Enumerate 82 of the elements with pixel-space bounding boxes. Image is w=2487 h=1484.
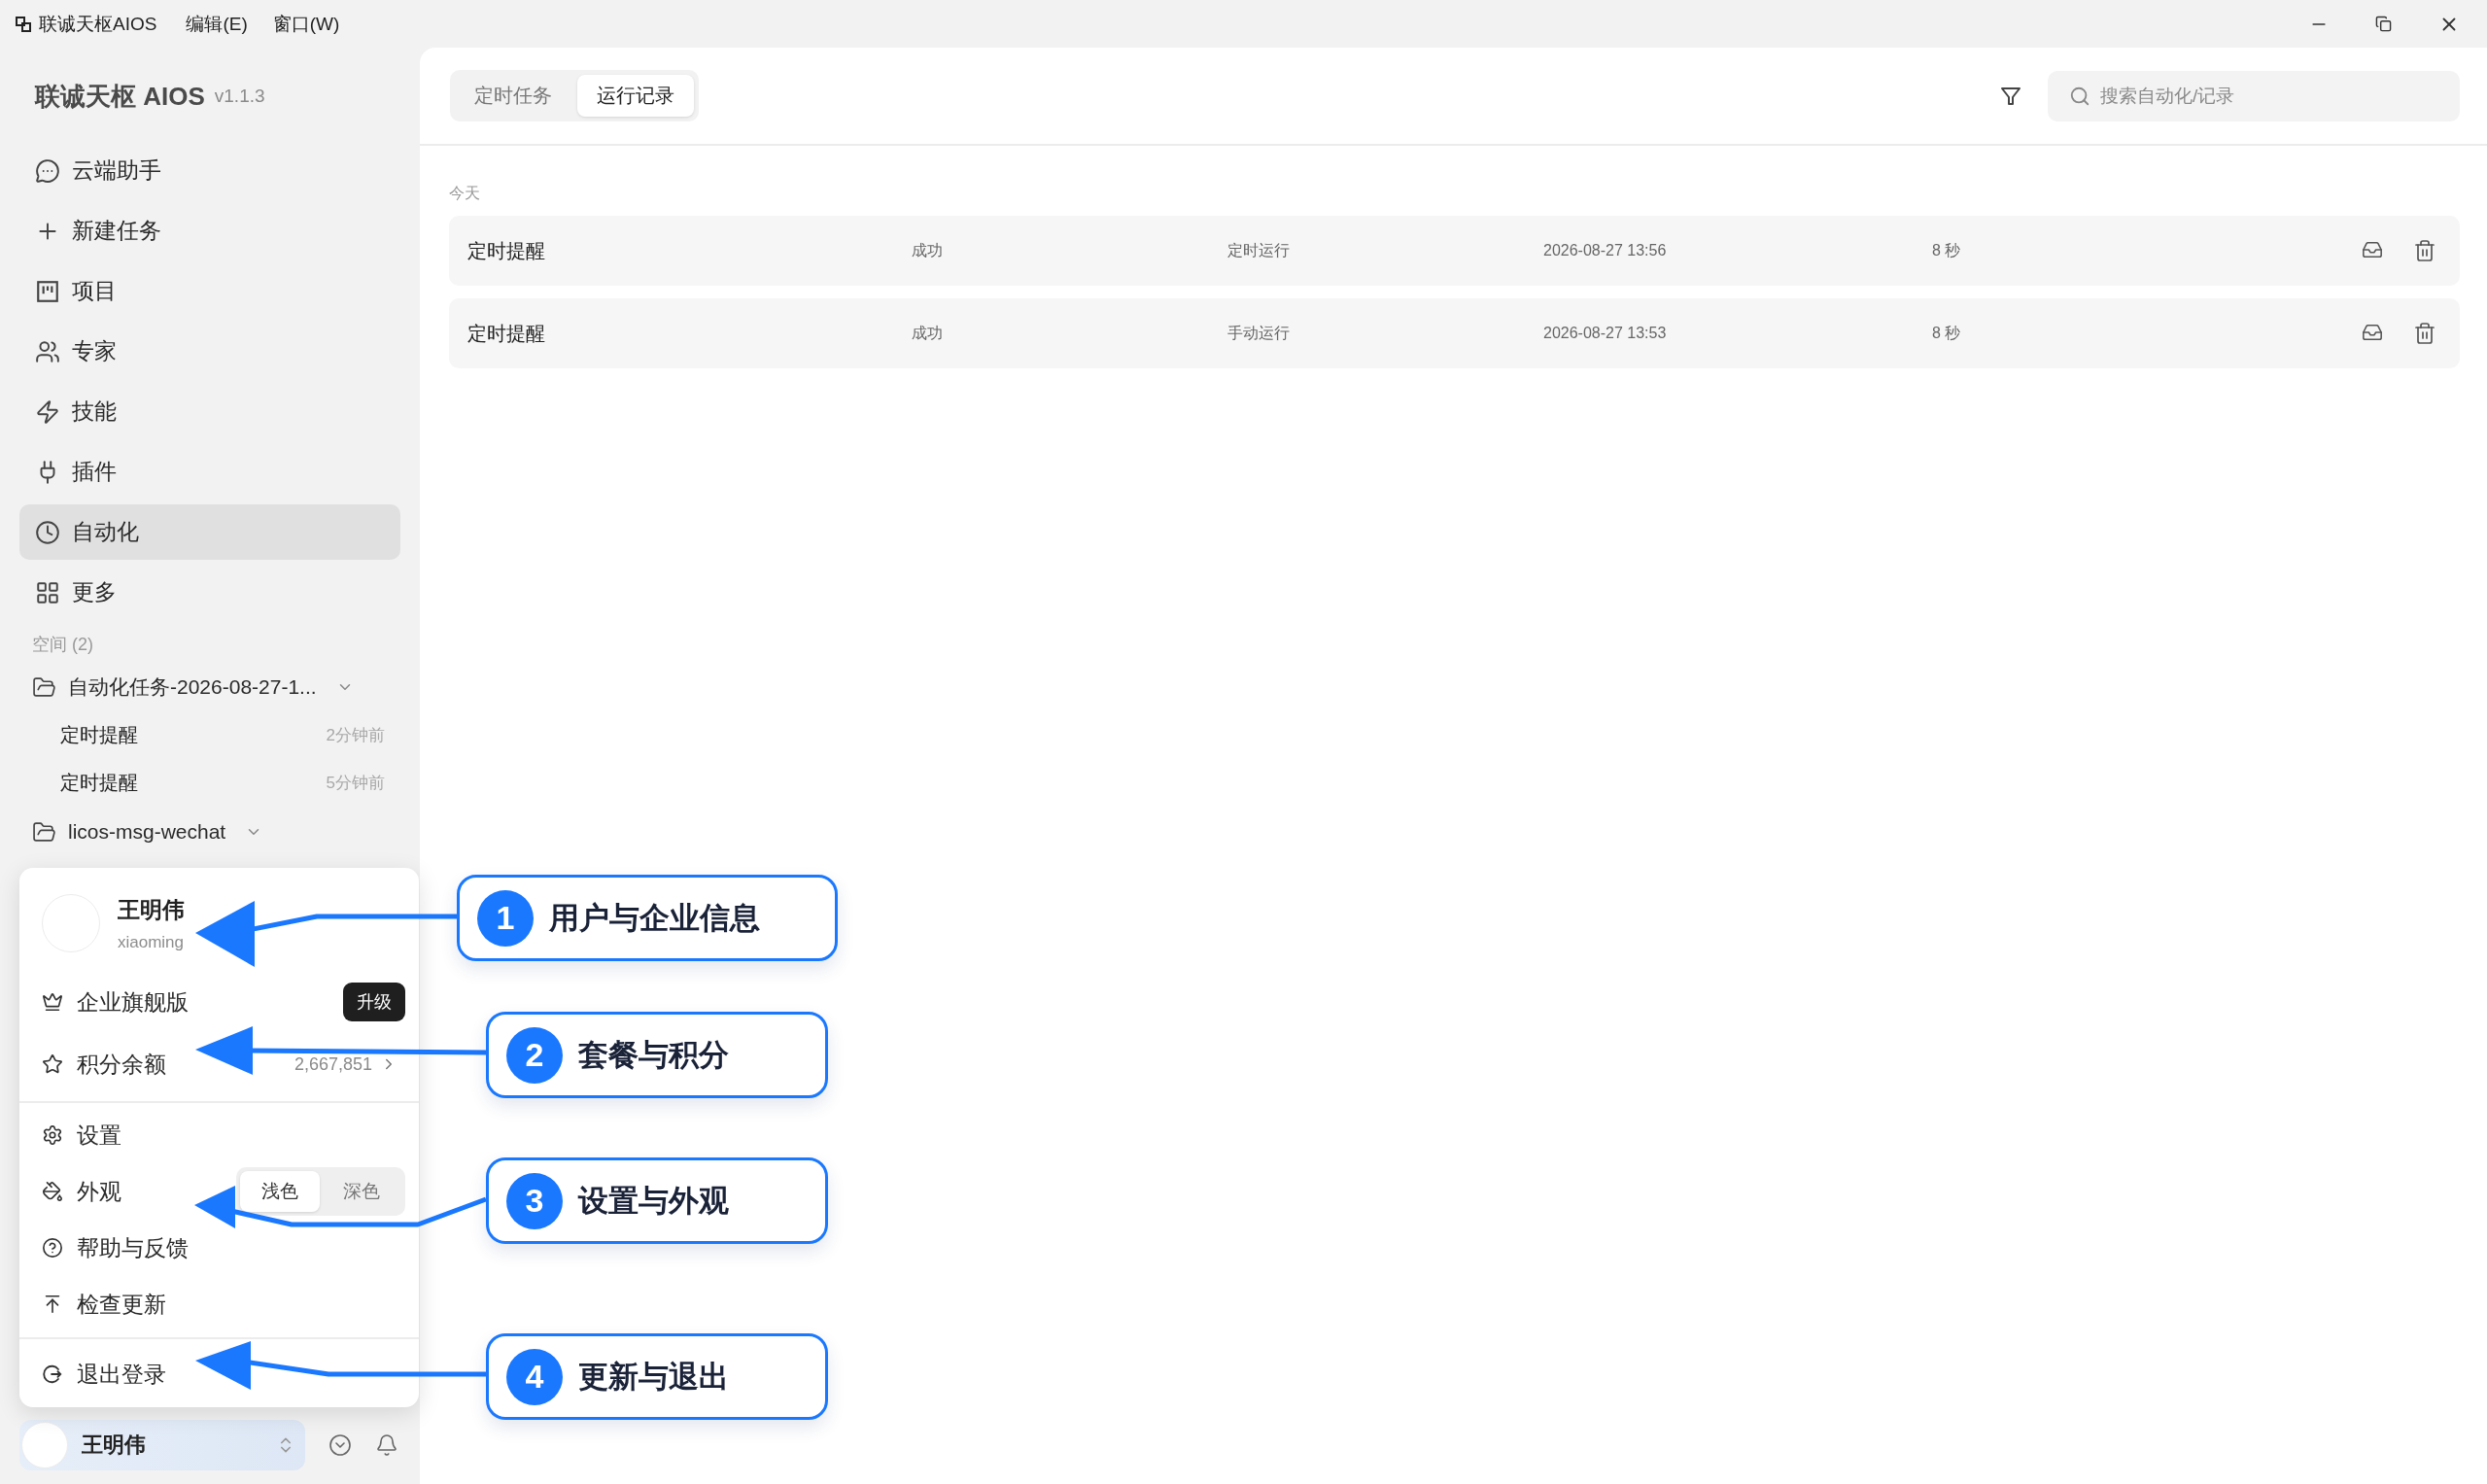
record-duration: 8 秒 [1932, 323, 1961, 343]
sidebar-nav-item[interactable]: 技能 [19, 384, 400, 439]
sidebar-nav-item[interactable]: 专家 [19, 324, 400, 379]
record-status: 成功 [912, 240, 943, 260]
callout-label: 设置与外观 [578, 1182, 729, 1220]
settings-icon [42, 1124, 63, 1146]
sidebar-nav-item[interactable]: 插件 [19, 444, 400, 500]
bell-icon[interactable] [375, 1433, 398, 1457]
crown-icon [42, 991, 63, 1013]
record-trigger: 手动运行 [1227, 323, 1290, 343]
theme-option[interactable]: 深色 [322, 1171, 401, 1212]
sidebar-nav-item[interactable]: 新建任务 [19, 203, 400, 259]
version-label: v1.1.3 [214, 86, 265, 107]
section-heading: 空间 (2) [31, 634, 94, 655]
record-row[interactable]: 定时提醒 成功 手动运行 2026-08-27 13:53 8 秒 [449, 298, 2460, 368]
step-number: 4 [506, 1348, 563, 1405]
theme-option[interactable]: 浅色 [240, 1171, 320, 1212]
search-icon [2069, 85, 2090, 107]
lightning-icon [35, 398, 60, 425]
username: xiaoming [118, 932, 185, 952]
task-item[interactable]: 定时提醒 [60, 769, 138, 796]
avatar [21, 1422, 68, 1468]
kanban-icon [35, 278, 60, 304]
task-time: 5分钟前 [326, 772, 385, 794]
tab[interactable]: 运行记录 [577, 75, 694, 117]
points-value: 2,667,851 [294, 1053, 372, 1075]
group-label: 今天 [449, 185, 480, 202]
menu-item-label: 帮助与反馈 [77, 1233, 189, 1262]
chat-icon [35, 157, 60, 184]
step-number: 3 [506, 1172, 563, 1229]
space-folder[interactable]: 自动化任务-2026-08-27-1... [68, 673, 317, 701]
tab[interactable]: 定时任务 [455, 75, 571, 117]
user-switcher[interactable]: 王明伟 [19, 1420, 305, 1470]
record-status: 成功 [912, 323, 943, 343]
help-icon [42, 1237, 63, 1259]
callout-label: 套餐与积分 [578, 1036, 729, 1074]
callout-label: 更新与退出 [578, 1358, 729, 1396]
step-number: 2 [506, 1026, 563, 1084]
menu-bar-item[interactable]: 窗口(W) [272, 11, 340, 37]
app-logo-icon [16, 16, 31, 32]
record-time: 2026-08-27 13:53 [1543, 325, 1667, 342]
inbox-icon[interactable] [2362, 239, 2383, 260]
record-name: 定时提醒 [467, 321, 545, 346]
record-time: 2026-08-27 13:56 [1543, 242, 1667, 259]
menu-item-label: 设置 [77, 1121, 121, 1150]
folder-icon [32, 674, 56, 700]
record-name: 定时提醒 [467, 238, 545, 263]
grid-icon [35, 579, 60, 605]
restore-icon[interactable] [2375, 16, 2392, 32]
trash-icon[interactable] [2413, 239, 2436, 262]
sidebar-nav-item[interactable]: 项目 [19, 263, 400, 319]
search-field[interactable]: 搜索自动化/记录 [2048, 70, 2460, 121]
menu-item-label: 外观 [77, 1177, 121, 1206]
logout-icon [42, 1363, 63, 1385]
folder-icon [32, 819, 56, 845]
sidebar-nav-item[interactable]: 云端助手 [19, 143, 400, 198]
sidebar-nav-item[interactable]: 自动化 [19, 504, 400, 560]
callout-label: 用户与企业信息 [549, 899, 760, 937]
trash-icon[interactable] [2413, 322, 2436, 345]
menu-item-label: 退出登录 [77, 1360, 166, 1389]
step-number: 1 [477, 889, 534, 947]
record-row[interactable]: 定时提醒 成功 定时运行 2026-08-27 13:56 8 秒 [449, 216, 2460, 286]
space-folder[interactable]: licos-msg-wechat [68, 820, 226, 844]
chevron-circle-icon[interactable] [328, 1433, 352, 1457]
menu-item-label: 企业旗舰版 [77, 987, 189, 1017]
star-icon [42, 1053, 63, 1075]
clock-icon [35, 519, 60, 545]
task-time: 2分钟前 [326, 724, 385, 746]
app-title: 联诚天枢AIOS [39, 12, 157, 36]
record-duration: 8 秒 [1932, 240, 1961, 260]
user-name: 王明伟 [118, 895, 185, 924]
record-trigger: 定时运行 [1227, 240, 1290, 260]
menu-item-label: 检查更新 [77, 1290, 166, 1319]
sidebar-nav-item[interactable]: 更多 [19, 565, 400, 620]
upgrade-button[interactable]: 升级 [343, 983, 405, 1021]
menu-item-label: 积分余额 [77, 1050, 166, 1079]
brand-name: 联诚天枢 AIOS [35, 80, 205, 113]
inbox-icon[interactable] [2362, 322, 2383, 343]
menu-bar-item[interactable]: 编辑(E) [186, 11, 248, 37]
users-icon [35, 338, 60, 364]
task-item[interactable]: 定时提醒 [60, 721, 138, 748]
paint-bucket-icon [42, 1181, 63, 1202]
